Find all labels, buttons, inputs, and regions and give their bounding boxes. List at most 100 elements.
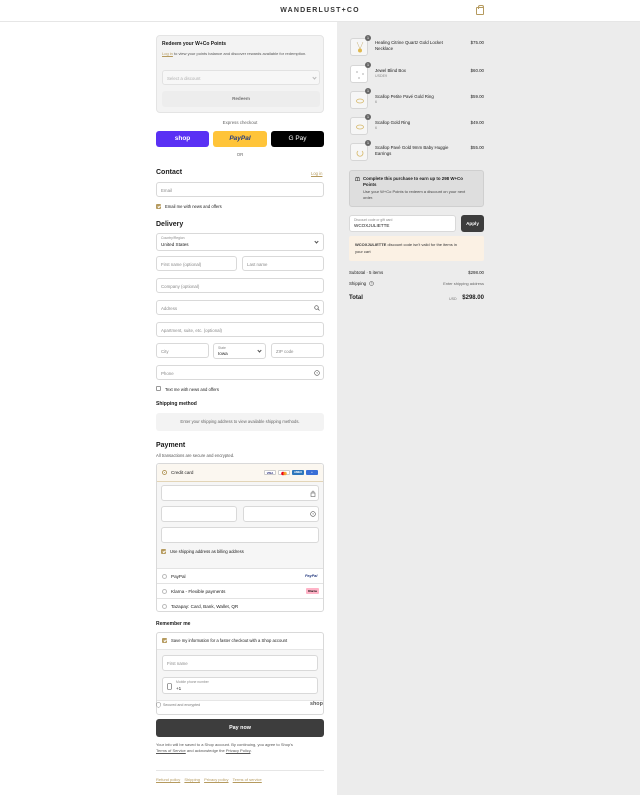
cart-item: 1 Jewel Blind Box USDE9 $60.00 [349, 62, 485, 83]
points-title-line2: Points [363, 182, 377, 187]
discount-error-message: WCOXJULIETTE discount code isn't valid f… [355, 242, 457, 254]
apply-button[interactable]: Apply [461, 215, 484, 232]
product-image [350, 117, 368, 135]
help-icon[interactable]: ? [314, 370, 320, 376]
brand-logo[interactable]: WANDERLUST+CO [0, 7, 640, 14]
discount-code-value: WCOXJULIETTE [354, 223, 390, 228]
refund-policy-link[interactable]: Refund policy [156, 777, 180, 782]
security-code-field[interactable]: ? [243, 506, 319, 522]
save-info-checkbox[interactable] [162, 638, 167, 643]
name-on-card-field[interactable] [161, 527, 319, 543]
pay-now-button[interactable]: Pay now [156, 719, 324, 737]
billing-same-checkbox[interactable] [161, 549, 166, 554]
shop-first-name-placeholder: First name [167, 661, 188, 666]
item-variant: 6 [375, 100, 377, 104]
state-select[interactable]: State Iowa [213, 343, 266, 359]
address-field[interactable]: Address [156, 300, 324, 315]
city-placeholder: City [161, 349, 169, 354]
discount-code-label: Discount code or gift card [354, 218, 393, 222]
quantity-badge: 1 [365, 114, 371, 120]
tazapay-radio[interactable] [162, 604, 167, 609]
klarna-option-label: Klarna - Flexible payments [171, 589, 226, 594]
discount-select-placeholder: Select a discount [167, 76, 201, 81]
address-placeholder: Address [161, 306, 178, 311]
paypal-button[interactable]: PayPal [213, 131, 267, 147]
legal-text: Your info will be saved to a Shop accoun… [156, 742, 293, 753]
zip-field[interactable]: ZIP code [271, 343, 324, 358]
phone-icon [167, 683, 172, 690]
mobile-phone-value: +1 [176, 686, 182, 691]
points-description-line2: order. [363, 195, 374, 200]
footer-divider [156, 770, 324, 771]
shop-first-name-field[interactable]: First name [162, 655, 318, 671]
tazapay-option[interactable]: Tazapay: Card, Bank, Wallet, QR [157, 598, 323, 612]
more-cards-icon: + [306, 470, 318, 475]
credit-card-radio[interactable] [162, 470, 167, 475]
email-news-checkbox[interactable] [156, 204, 161, 209]
last-name-field[interactable]: Last name [242, 256, 324, 271]
item-name: Jewel Blind Box [375, 68, 406, 73]
redeem-login-link[interactable]: Log in [162, 51, 173, 56]
company-field[interactable]: Company (optional) [156, 278, 324, 293]
card-details: ? Use shipping address as billing addres… [157, 482, 323, 568]
paypal-option[interactable]: PayPal PayPal [157, 568, 323, 583]
expiry-field[interactable] [161, 506, 237, 522]
item-name: Healing Citrine Quartz Gold Locket [375, 40, 443, 45]
cart-item: 1 Healing Citrine Quartz Gold Locket Nec… [349, 35, 485, 56]
quantity-badge: 1 [365, 62, 371, 68]
klarna-logo: Klarna [306, 588, 319, 594]
email-placeholder: Email [161, 188, 172, 193]
mobile-phone-field[interactable]: Mobile phone number +1 [162, 677, 318, 694]
card-number-field[interactable] [161, 485, 319, 501]
shop-pay-label: shop [174, 135, 191, 142]
credit-card-label: Credit card [171, 470, 194, 475]
redeem-title: Redeem your W+Co Points [162, 41, 227, 47]
discount-code-field[interactable]: Discount code or gift card WCOXJULIETTE [349, 215, 456, 232]
quantity-badge: 1 [365, 35, 371, 41]
total-value: $298.00 [462, 295, 484, 301]
state-value: Iowa [218, 351, 228, 356]
remember-fields: First name Mobile phone number +1 [157, 649, 323, 701]
terms-of-service-link[interactable]: Terms of service [233, 777, 262, 782]
credit-card-option[interactable]: Credit card VISA AMEX + [157, 464, 323, 482]
payment-options: Credit card VISA AMEX + ? Use shipping a… [156, 463, 324, 612]
redeem-description: Log in to view your points balance and d… [162, 51, 307, 56]
shop-pay-button[interactable]: shop [156, 131, 209, 147]
first-name-field[interactable]: First name (optional) [156, 256, 237, 271]
state-label: State [218, 346, 226, 350]
cart-item: 1 Scallop Pavé Gold 9mm Baby Huggie Earr… [349, 140, 485, 161]
privacy-link[interactable]: Privacy Policy [226, 748, 251, 753]
secure-label: Secured and encrypted [163, 703, 201, 707]
shipping-link[interactable]: Shipping [184, 777, 200, 782]
save-info-label: Save my information for a faster checkou… [171, 638, 288, 643]
google-pay-button[interactable]: G Pay [271, 131, 324, 147]
help-icon[interactable]: ? [310, 511, 316, 517]
privacy-policy-link[interactable]: Privacy policy [204, 777, 228, 782]
contact-login-link[interactable]: Log in [311, 171, 322, 176]
redeem-button[interactable]: Redeem [162, 91, 320, 107]
email-field[interactable]: Email [156, 182, 324, 197]
zip-placeholder: ZIP code [276, 349, 294, 354]
item-variant: 6 [375, 126, 377, 130]
terms-link[interactable]: Terms of Service [156, 748, 186, 753]
footer-links: Refund policy Shipping Privacy policy Te… [156, 777, 324, 782]
shield-icon [156, 702, 161, 708]
shopping-bag-icon[interactable] [476, 5, 484, 15]
shipping-label: Shipping [349, 281, 367, 286]
item-price: $60.00 [470, 68, 484, 73]
klarna-option[interactable]: Klarna - Flexible payments Klarna [157, 583, 323, 598]
country-select[interactable]: Country/Region United States [156, 233, 324, 251]
chevron-down-icon [312, 75, 317, 80]
city-field[interactable]: City [156, 343, 209, 358]
apartment-field[interactable]: Apartment, suite, etc. (optional) [156, 322, 324, 337]
tazapay-option-label: Tazapay: Card, Bank, Wallet, QR [171, 604, 239, 609]
help-icon[interactable]: ? [369, 281, 374, 286]
text-me-checkbox[interactable] [156, 386, 161, 391]
paypal-radio[interactable] [162, 574, 167, 579]
product-image [350, 91, 368, 109]
item-price: $59.00 [470, 94, 484, 99]
delivery-heading: Delivery [156, 221, 184, 228]
klarna-radio[interactable] [162, 589, 167, 594]
discount-select[interactable]: Select a discount [162, 70, 320, 85]
phone-field[interactable]: Phone ? [156, 365, 324, 380]
